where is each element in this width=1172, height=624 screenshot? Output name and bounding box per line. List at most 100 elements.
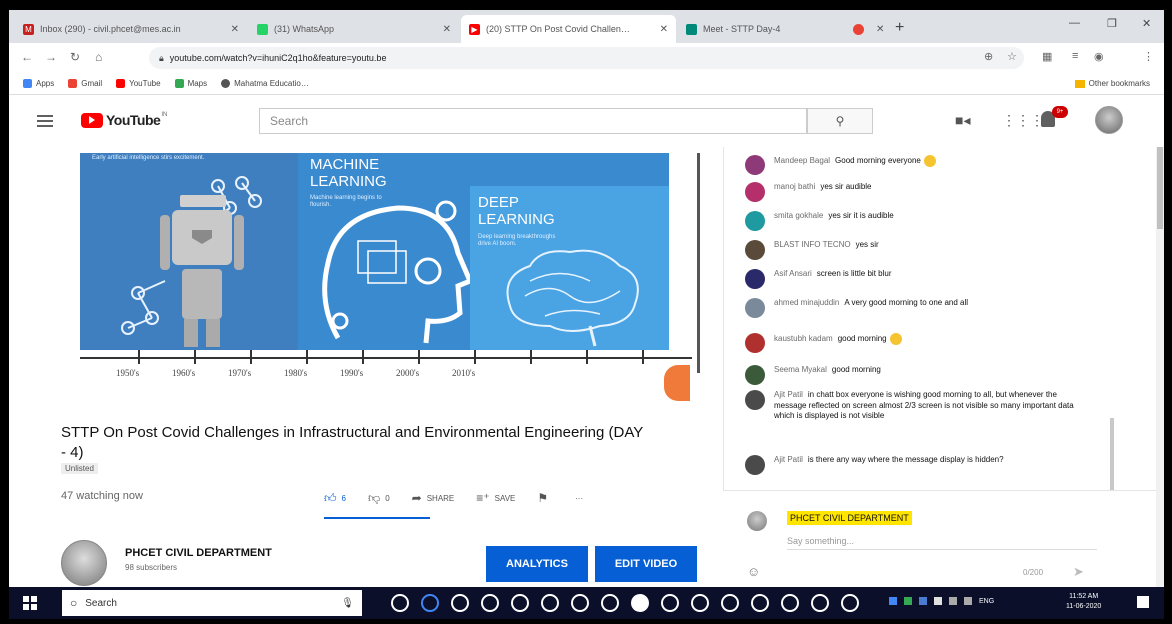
tab-gmail[interactable]: M Inbox (290) - civil.phcet@mes.ac.in ✕ [15, 15, 247, 43]
like-button[interactable]: 👍︎ 6 [324, 491, 346, 506]
bookmark-apps[interactable]: Apps [23, 79, 54, 88]
chrome-icon[interactable] [421, 594, 439, 612]
app-icon[interactable] [691, 594, 709, 612]
forward-icon[interactable]: → [45, 50, 57, 64]
chat-message: Seema Myakal good morning [745, 365, 1079, 385]
app-icon[interactable] [781, 594, 799, 612]
apps-grid-icon[interactable]: ⋮⋮⋮ [1002, 112, 1044, 129]
new-tab-button[interactable]: + [895, 19, 904, 37]
window-close-button[interactable]: ✕ [1142, 17, 1151, 30]
app-icon[interactable] [721, 594, 739, 612]
tray-icon[interactable] [889, 597, 897, 605]
tray-icon[interactable] [904, 597, 912, 605]
extension-icon[interactable]: ≡ [1072, 50, 1078, 62]
close-icon[interactable]: ✕ [660, 24, 668, 35]
channel-avatar[interactable] [61, 540, 107, 586]
chat-message: Ajit Patil in chatt box everyone is wishi… [745, 390, 1079, 422]
chat-input-area: PHCET CIVIL DEPARTMENT Say something... … [723, 490, 1164, 587]
minimize-button[interactable]: — [1069, 17, 1080, 29]
volume-icon[interactable] [964, 597, 972, 605]
other-bookmarks[interactable]: Other bookmarks [1074, 79, 1150, 88]
app-icon[interactable] [751, 594, 769, 612]
account-avatar[interactable] [1095, 106, 1123, 134]
thumbs-down-icon: 👎︎ [368, 490, 381, 505]
app-icon[interactable] [601, 594, 619, 612]
app-icon[interactable] [631, 594, 649, 612]
tab-youtube[interactable]: ▶ (20) STTP On Post Covid Challen… ✕ [461, 15, 676, 43]
meet-icon [686, 23, 697, 35]
windows-start-icon[interactable] [23, 596, 37, 610]
tab-title: (31) WhatsApp [274, 24, 335, 34]
bookmark-maps[interactable]: Maps [174, 79, 207, 88]
save-button[interactable]: ≡⁺ SAVE [476, 491, 515, 505]
app-icon[interactable] [661, 594, 679, 612]
home-icon[interactable]: ⌂ [95, 50, 102, 64]
reload-icon[interactable]: ↻ [70, 50, 80, 64]
timeline-label: 2010's [452, 368, 476, 378]
chat-message-input[interactable]: Say something... [787, 536, 1097, 550]
chat-message: kaustubh kadam good morning [745, 333, 1079, 353]
zoom-icon[interactable]: ⊕ [984, 50, 993, 63]
menu-icon[interactable]: ⋮ [1143, 50, 1154, 63]
tab-whatsapp[interactable]: (31) WhatsApp ✕ [249, 15, 459, 43]
more-actions-button[interactable]: ··· [575, 494, 583, 503]
close-icon[interactable]: ✕ [876, 24, 884, 35]
share-button[interactable]: ➦ SHARE [412, 491, 455, 505]
network-icon[interactable] [949, 597, 957, 605]
extension-icon[interactable]: ▦ [1042, 50, 1052, 63]
globe-icon [221, 79, 231, 88]
app-icon[interactable] [841, 594, 859, 612]
app-icon[interactable] [481, 594, 499, 612]
search-input[interactable]: Search [259, 108, 807, 134]
edit-video-button[interactable]: EDIT VIDEO [595, 546, 697, 582]
tab-recording[interactable]: ✕ [845, 15, 891, 43]
bookmark-mahatma[interactable]: Mahatma Educatio… [221, 79, 309, 88]
tab-meet[interactable]: Meet - STTP Day-4 [678, 15, 843, 43]
hamburger-menu-icon[interactable] [37, 115, 53, 130]
youtube-logo[interactable]: YouTube IN [81, 112, 167, 128]
bookmark-youtube[interactable]: YouTube [116, 79, 161, 88]
analytics-button[interactable]: ANALYTICS [486, 546, 588, 582]
share-icon: ➦ [411, 491, 422, 505]
create-video-icon[interactable]: ■◂ [955, 112, 970, 129]
app-icon[interactable] [811, 594, 829, 612]
star-icon[interactable]: ☆ [1007, 50, 1017, 63]
tray-icon[interactable] [919, 597, 927, 605]
channel-name[interactable]: PHCET CIVIL DEPARTMENT [125, 547, 272, 559]
report-button[interactable]: ⚑ [537, 491, 553, 505]
app-icon[interactable] [571, 594, 589, 612]
scrollbar-thumb[interactable] [1157, 147, 1163, 229]
restore-button[interactable]: ❐ [1107, 17, 1117, 30]
close-icon[interactable]: ✕ [443, 24, 451, 35]
url-bar[interactable]: 🔒︎ youtube.com/watch?v=ihuniC2q1ho&featu… [149, 47, 1024, 69]
youtube-icon: ▶ [469, 23, 480, 35]
chat-scrollbar[interactable] [1110, 418, 1114, 491]
close-icon[interactable]: ✕ [231, 24, 239, 35]
search-icon: ○ [70, 596, 78, 610]
taskbar-search[interactable]: ○ Search 🎙︎ [62, 590, 362, 616]
search-button[interactable]: ⚲ [807, 108, 873, 134]
bookmark-gmail[interactable]: Gmail [68, 79, 102, 88]
app-icon[interactable] [451, 594, 469, 612]
app-icon[interactable] [541, 594, 559, 612]
watching-count: 47 watching now [61, 490, 143, 502]
tray-icon[interactable] [934, 597, 942, 605]
timeline-label: 1960's [172, 368, 196, 378]
send-icon[interactable]: ➤ [1073, 564, 1084, 580]
chat-message: Ajit Patil is there any way where the mes… [745, 455, 1079, 475]
language-indicator[interactable]: ENG [979, 598, 994, 605]
dislike-button[interactable]: 👎︎ 0 [368, 491, 390, 506]
back-icon[interactable]: ← [21, 50, 33, 64]
clock[interactable]: 11:52 AM 11-06-2020 [1066, 592, 1101, 612]
emoji-picker-icon[interactable]: ☺ [747, 564, 760, 579]
taskview-icon[interactable] [391, 594, 409, 612]
profile-icon[interactable]: ◉ [1094, 50, 1104, 63]
app-icon[interactable] [511, 594, 529, 612]
page-scrollbar[interactable] [1156, 147, 1164, 587]
notification-center-icon[interactable] [1137, 596, 1149, 608]
timeline: 1950's 1960's 1970's 1980's 1990's 2000'… [80, 350, 700, 382]
microphone-icon[interactable]: 🎙︎ [341, 598, 354, 609]
video-player[interactable]: Early artificial intelligence stirs exci… [80, 153, 669, 350]
brain-illustration [506, 249, 639, 347]
dl-panel: DEEP LEARNING Deep learning breakthrough… [470, 186, 669, 350]
